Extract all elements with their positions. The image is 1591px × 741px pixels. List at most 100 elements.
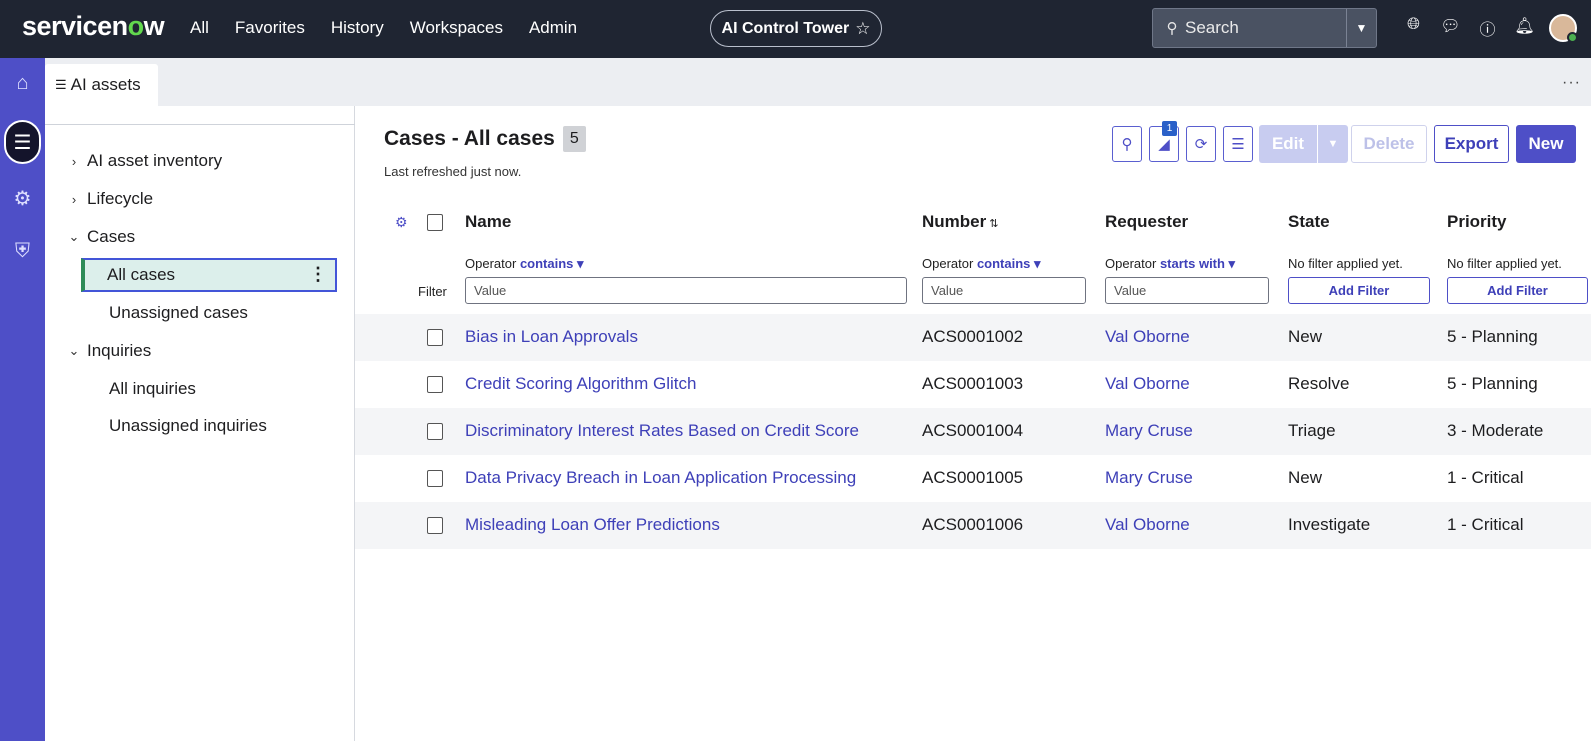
- requester-filter-input[interactable]: [1105, 277, 1269, 304]
- row-checkbox[interactable]: [427, 329, 443, 346]
- requester-link[interactable]: Mary Cruse: [1105, 421, 1193, 441]
- row-checkbox[interactable]: [427, 423, 443, 440]
- global-search[interactable]: ⚲ Search ▼: [1152, 8, 1377, 48]
- sidebar: › AI asset inventory › Lifecycle ⌄ Cases…: [45, 106, 355, 741]
- sidebar-item-inquiries[interactable]: ⌄ Inquiries: [45, 334, 152, 368]
- operator-name: Operator contains ▾: [465, 256, 584, 272]
- sidebar-item-label: Inquiries: [87, 341, 152, 360]
- sidebar-item-unassigned-inquiries[interactable]: Unassigned inquiries: [81, 409, 267, 443]
- search-icon: ⚲: [1166, 20, 1178, 37]
- table-row: Discriminatory Interest Rates Based on C…: [355, 408, 1591, 455]
- globe-icon[interactable]: 🌐︎: [1395, 16, 1432, 40]
- refresh-button[interactable]: ⟳: [1186, 126, 1216, 162]
- sidebar-item-ai-asset-inventory[interactable]: › AI asset inventory: [45, 144, 222, 178]
- sidebar-item-all-inquiries[interactable]: All inquiries: [81, 372, 196, 406]
- operator-label: Operator: [465, 256, 517, 271]
- case-state: Resolve: [1288, 374, 1350, 393]
- help-icon[interactable]: ⓘ: [1469, 16, 1506, 40]
- requester-link[interactable]: Mary Cruse: [1105, 468, 1193, 488]
- requester-link[interactable]: Val Oborne: [1105, 515, 1190, 535]
- column-header-state[interactable]: State: [1288, 212, 1330, 232]
- more-options-icon[interactable]: ···: [1562, 74, 1581, 92]
- nav-workspaces[interactable]: Workspaces: [410, 18, 503, 38]
- name-filter-input[interactable]: [465, 277, 907, 304]
- state-add-filter-button[interactable]: Add Filter: [1288, 277, 1430, 304]
- servicenow-logo[interactable]: servicenow: [22, 11, 165, 42]
- case-name-link[interactable]: Bias in Loan Approvals: [465, 327, 638, 347]
- star-icon[interactable]: ☆: [855, 19, 870, 39]
- chevron-right-icon[interactable]: ›: [67, 154, 81, 169]
- case-state: New: [1288, 327, 1323, 346]
- operator-dropdown[interactable]: contains ▾: [520, 256, 584, 271]
- row-checkbox[interactable]: [427, 376, 443, 393]
- operator-requester: Operator starts with ▾: [1105, 256, 1235, 272]
- column-header-name[interactable]: Name: [465, 212, 511, 232]
- kebab-menu-icon[interactable]: ⋮: [309, 264, 327, 285]
- sidebar-item-label: Lifecycle: [87, 189, 154, 208]
- operator-dropdown[interactable]: contains ▾: [977, 256, 1041, 271]
- sidebar-item-lifecycle[interactable]: › Lifecycle: [45, 182, 153, 216]
- sort-icon[interactable]: ⇅: [989, 218, 998, 230]
- sidebar-item-unassigned-cases[interactable]: Unassigned cases: [81, 296, 248, 330]
- sliders-icon: ☰: [1231, 136, 1245, 153]
- avatar[interactable]: [1549, 14, 1578, 43]
- row-checkbox[interactable]: [427, 517, 443, 534]
- column-header-priority[interactable]: Priority: [1447, 212, 1507, 232]
- select-all-checkbox[interactable]: [427, 214, 443, 231]
- sidebar-item-all-cases[interactable]: All cases ⋮: [81, 258, 337, 292]
- search-input[interactable]: Search: [1185, 18, 1346, 38]
- case-name-link[interactable]: Data Privacy Breach in Loan Application …: [465, 468, 856, 488]
- nav-history[interactable]: History: [331, 18, 384, 38]
- sidebar-item-cases[interactable]: ⌄ Cases: [45, 220, 136, 254]
- menu-icon[interactable]: ☰: [55, 77, 67, 93]
- list-icon[interactable]: ☰: [4, 120, 41, 164]
- search-list-button[interactable]: ⚲: [1112, 126, 1142, 162]
- chat-icon[interactable]: 💬︎: [1432, 16, 1469, 40]
- case-name-link[interactable]: Misleading Loan Offer Predictions: [465, 515, 720, 535]
- list-settings-button[interactable]: ☰: [1223, 126, 1253, 162]
- column-personalize-icon[interactable]: ⚙: [395, 214, 408, 231]
- filter-button[interactable]: ◢ 1: [1149, 121, 1179, 162]
- case-name-link[interactable]: Discriminatory Interest Rates Based on C…: [465, 421, 859, 441]
- number-filter-input[interactable]: [922, 277, 1086, 304]
- search-icon: ⚲: [1121, 136, 1133, 153]
- sidebar-item-label: Unassigned inquiries: [109, 416, 267, 435]
- bell-icon[interactable]: 🔔︎: [1506, 16, 1543, 40]
- top-icons: 🌐︎ 💬︎ ⓘ 🔔︎: [1395, 16, 1543, 40]
- edit-button[interactable]: Edit: [1259, 125, 1317, 163]
- nav-admin[interactable]: Admin: [529, 18, 577, 38]
- sliders-icon[interactable]: ⚙: [0, 186, 45, 211]
- shield-check-icon[interactable]: ⛨: [0, 240, 45, 263]
- case-state: New: [1288, 468, 1323, 487]
- column-header-number[interactable]: Number ⇅: [922, 212, 998, 232]
- row-checkbox[interactable]: [427, 470, 443, 487]
- home-icon[interactable]: ⌂: [0, 72, 45, 95]
- requester-link[interactable]: Val Oborne: [1105, 327, 1190, 347]
- column-header-requester[interactable]: Requester: [1105, 212, 1188, 232]
- list-view: Cases - All cases 5 Last refreshed just …: [355, 106, 1591, 741]
- refresh-icon: ⟳: [1194, 136, 1208, 153]
- case-name-link[interactable]: Credit Scoring Algorithm Glitch: [465, 374, 696, 394]
- nav-favorites[interactable]: Favorites: [235, 18, 305, 38]
- operator-dropdown[interactable]: starts with ▾: [1160, 256, 1235, 271]
- priority-add-filter-button[interactable]: Add Filter: [1447, 277, 1588, 304]
- chevron-right-icon[interactable]: ›: [67, 192, 81, 207]
- chevron-down-icon[interactable]: ⌄: [67, 343, 81, 359]
- table-row: Bias in Loan Approvals ACS0001002 Val Ob…: [355, 314, 1591, 361]
- case-priority: 1 - Critical: [1447, 515, 1524, 534]
- export-button[interactable]: Export: [1434, 125, 1509, 163]
- online-status-dot: [1567, 32, 1578, 43]
- sidebar-divider: [45, 124, 355, 125]
- search-scope-dropdown[interactable]: ▼: [1346, 9, 1376, 47]
- requester-link[interactable]: Val Oborne: [1105, 374, 1190, 394]
- edit-dropdown-button[interactable]: ▼: [1318, 125, 1348, 163]
- sidebar-item-label: Unassigned cases: [109, 303, 248, 322]
- chevron-down-icon[interactable]: ⌄: [67, 229, 81, 245]
- chevron-down-icon: ▼: [1327, 138, 1339, 150]
- case-state: Triage: [1288, 421, 1336, 440]
- workspace-pill[interactable]: AI Control Tower ☆: [710, 10, 882, 47]
- delete-button[interactable]: Delete: [1351, 125, 1427, 163]
- tab-ai-assets[interactable]: ☰ AI assets: [45, 64, 158, 106]
- nav-all[interactable]: All: [190, 18, 209, 38]
- new-button[interactable]: New: [1516, 125, 1576, 163]
